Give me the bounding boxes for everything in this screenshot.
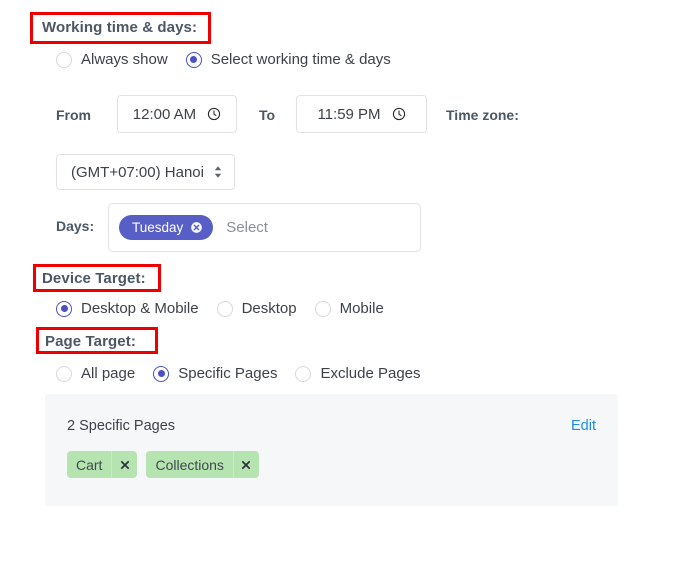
page-tag-remove-button[interactable] [111,451,137,478]
day-tag-tuesday[interactable]: Tuesday [119,215,214,240]
days-multiselect[interactable]: Tuesday Select [108,203,421,252]
page-tag-collections[interactable]: Collections [146,451,259,478]
specific-pages-summary: 2 Specific Pages [67,418,176,434]
radio-mobile[interactable] [314,300,331,317]
day-tag-label: Tuesday [132,220,184,235]
days-label: Days: [56,218,95,234]
edit-specific-pages-link[interactable]: Edit [571,418,596,434]
circle-x-icon[interactable] [190,221,203,234]
clock-icon [392,107,405,121]
radio-always-show[interactable] [56,51,72,68]
to-time-value: 11:59 PM [317,105,381,123]
page-tag-label: Cart [76,456,103,473]
from-label: From [56,107,91,123]
radio-option-all-page[interactable]: All page [56,365,135,382]
radio-option-mobile[interactable]: Mobile [314,300,384,317]
from-time-value: 12:00 AM [132,105,197,123]
radio-option-desktop-mobile[interactable]: Desktop & Mobile [56,300,199,317]
page-target-radio-group: All page Specific Pages Exclude Pages [56,365,421,382]
spinner-arrows-icon [214,166,222,178]
page-tag-cart[interactable]: Cart [67,451,138,478]
page-tag-remove-button[interactable] [232,451,259,478]
radio-option-desktop[interactable]: Desktop [216,300,297,317]
radio-option-specific-pages[interactable]: Specific Pages [153,365,277,382]
timezone-select[interactable]: (GMT+07:00) Hanoi [56,154,235,190]
specific-pages-panel: 2 Specific Pages Edit Cart Collections [45,394,618,506]
to-time-input[interactable]: 11:59 PM [296,95,427,133]
radio-label-desktop: Desktop [241,300,297,317]
radio-label-specific-pages: Specific Pages [178,365,278,382]
radio-exclude-pages[interactable] [295,365,312,382]
radio-label-exclude-pages: Exclude Pages [320,365,421,382]
to-label: To [259,107,276,123]
x-icon [120,460,129,469]
device-target-radio-group: Desktop & Mobile Desktop Mobile [56,300,384,317]
settings-panel: Working time & days: Always show Select … [0,0,678,569]
clock-icon [208,107,221,121]
page-tag-label: Collections [155,456,224,473]
timezone-label: Time zone: [446,107,519,123]
radio-label-select-working-time: Select working time & days [210,51,391,68]
radio-select-working-time[interactable] [185,51,202,68]
x-icon [242,460,251,469]
working-time-days-title: Working time & days: [42,19,198,36]
from-time-input[interactable]: 12:00 AM [117,95,237,133]
radio-label-mobile: Mobile [339,300,384,317]
radio-option-exclude-pages[interactable]: Exclude Pages [295,365,421,382]
radio-label-desktop-mobile: Desktop & Mobile [81,300,199,317]
radio-specific-pages[interactable] [153,365,170,382]
working-time-mode-radio-group: Always show Select working time & days [56,51,391,68]
days-placeholder: Select [226,219,268,236]
device-target-title: Device Target: [42,270,146,287]
radio-option-always-show[interactable]: Always show [56,51,168,68]
timezone-value: (GMT+07:00) Hanoi [71,163,204,181]
page-target-title: Page Target: [45,333,136,350]
radio-label-all-page: All page [81,365,136,382]
specific-pages-tag-list: Cart Collections [67,451,259,478]
radio-desktop[interactable] [216,300,233,317]
radio-option-select-working-time[interactable]: Select working time & days [185,51,391,68]
radio-desktop-mobile[interactable] [56,300,72,317]
radio-label-always-show: Always show [81,51,168,68]
radio-all-page[interactable] [56,365,72,382]
